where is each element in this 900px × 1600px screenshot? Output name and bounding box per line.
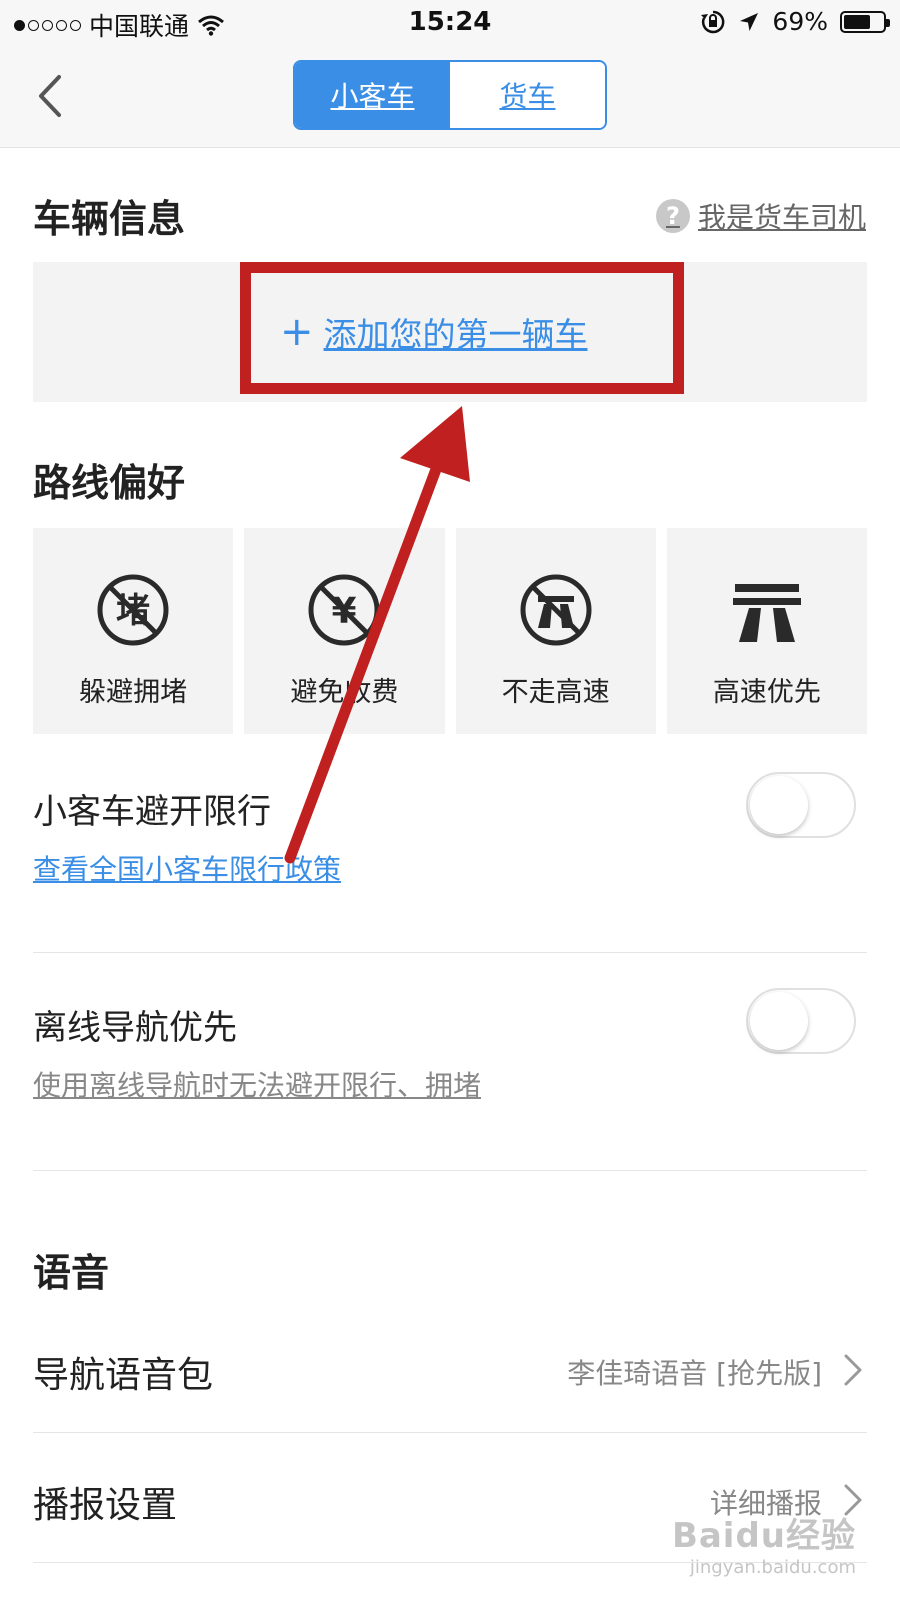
watermark: Baidu经验 jingyan.baidu.com: [672, 1508, 856, 1578]
pref-avoid-toll[interactable]: ¥ 避免收费: [244, 528, 445, 734]
route-pref-title: 路线偏好: [33, 461, 186, 505]
no-highway-icon: [520, 574, 592, 646]
avoid-toll-icon: ¥: [308, 574, 380, 646]
chevron-right-icon: [844, 1354, 862, 1386]
restriction-policy-link[interactable]: 查看全国小客车限行政策: [33, 848, 341, 888]
broadcast-settings-label: 播报设置: [33, 1485, 178, 1526]
toggle-knob: [750, 992, 808, 1050]
truck-driver-label: 我是货车司机: [697, 201, 866, 234]
status-right: 69%: [700, 7, 890, 36]
pref-highway-first[interactable]: 高速优先: [666, 528, 867, 734]
voice-pack-value: 李佳琦语音 [抢先版]: [567, 1357, 822, 1390]
vehicle-type-segmented-control: 小客车 货车: [293, 60, 607, 130]
battery-percent: 69%: [772, 7, 828, 36]
pref-no-highway[interactable]: 不走高速: [455, 528, 656, 734]
voice-pack-label: 导航语音包: [33, 1355, 214, 1396]
offline-nav-note: 使用离线导航时无法避开限行、拥堵: [33, 1069, 482, 1102]
tab-car[interactable]: 小客车: [295, 62, 450, 128]
car-restriction-toggle[interactable]: [746, 772, 856, 838]
svg-text:¥: ¥: [332, 591, 357, 632]
battery-fill: [844, 14, 871, 29]
back-button[interactable]: [22, 68, 78, 124]
rotation-lock-icon: [701, 10, 725, 33]
pref-avoid-congestion[interactable]: 堵 躲避拥堵: [33, 528, 234, 734]
nav-header: 小客车 货车: [0, 46, 900, 148]
route-pref-options: 堵 躲避拥堵 ¥ 避免收费 不走高速 高速优先: [33, 528, 867, 734]
annotation-highlight-box: [240, 262, 684, 394]
car-restriction-title: 小客车避开限行: [33, 792, 271, 832]
pref-label: 避免收费: [290, 677, 399, 708]
voice-title: 语音: [33, 1251, 110, 1295]
pref-label: 不走高速: [501, 677, 610, 708]
toggle-knob: [750, 776, 808, 834]
divider: [33, 952, 867, 953]
watermark-url: jingyan.baidu.com: [689, 1557, 856, 1578]
status-bar: 中国联通 15:24 69%: [0, 0, 900, 46]
pref-label: 高速优先: [712, 677, 821, 708]
divider: [33, 1170, 867, 1171]
location-arrow-icon: [740, 12, 759, 31]
avoid-congestion-icon: 堵: [97, 574, 169, 646]
chevron-left-icon: [39, 75, 61, 117]
truck-driver-link[interactable]: ? 我是货车司机: [655, 196, 866, 236]
highway-first-icon: [732, 584, 801, 642]
battery-icon: [840, 10, 890, 33]
offline-nav-title: 离线导航优先: [33, 1008, 237, 1048]
help-icon: ?: [655, 199, 690, 233]
svg-text:堵: 堵: [116, 591, 150, 631]
divider: [33, 1432, 867, 1433]
tab-truck[interactable]: 货车: [450, 62, 605, 128]
watermark-logo: Baidu经验: [671, 1516, 856, 1556]
vehicle-info-title: 车辆信息: [33, 197, 186, 241]
offline-nav-toggle[interactable]: [746, 988, 856, 1054]
pref-label: 躲避拥堵: [79, 677, 188, 708]
